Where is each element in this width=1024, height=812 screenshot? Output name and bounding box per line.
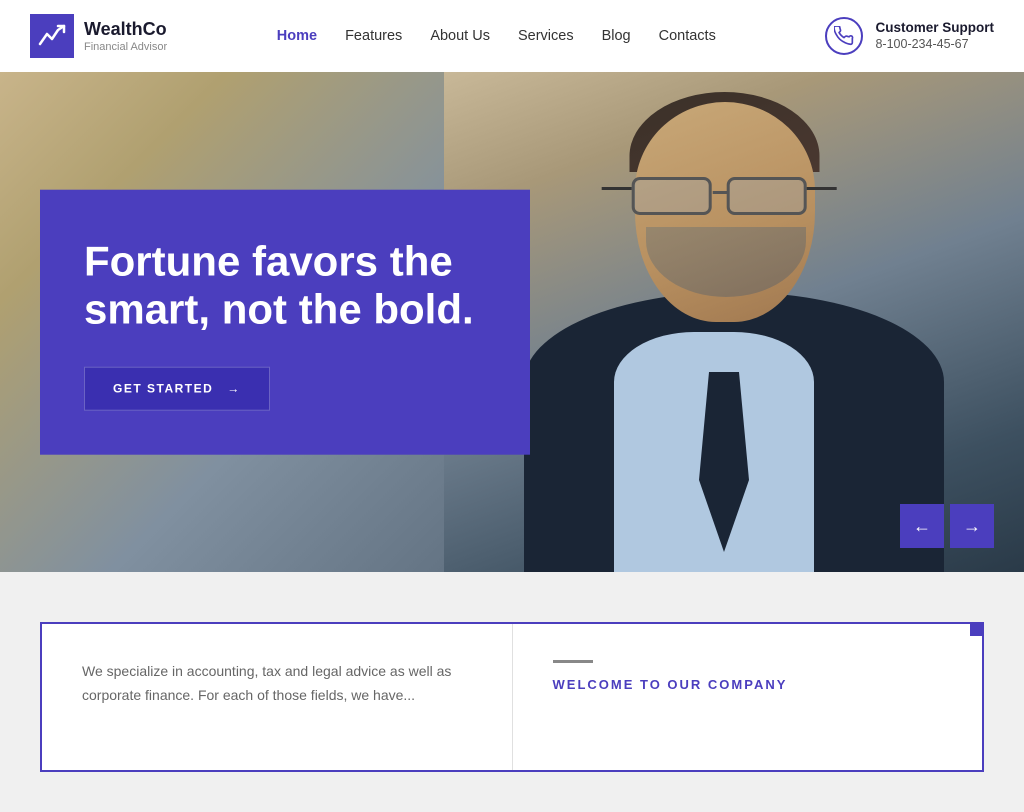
nav-services[interactable]: Services — [518, 28, 574, 44]
logo-text: WealthCo Financial Advisor — [84, 19, 167, 53]
lower-section: We specialize in accounting, tax and leg… — [0, 572, 1024, 812]
next-arrow-icon: → — [963, 516, 981, 537]
support-area: Customer Support 8-100-234-45-67 — [825, 17, 994, 55]
hero-headline: Fortune favors the smart, not the bold. — [84, 238, 482, 335]
get-started-button[interactable]: GET STARTED → — [84, 366, 270, 410]
lower-card: We specialize in accounting, tax and leg… — [40, 622, 984, 772]
nav-features[interactable]: Features — [345, 28, 402, 44]
slider-arrows: ← → — [900, 504, 994, 548]
hero-content-box: Fortune favors the smart, not the bold. … — [40, 190, 530, 455]
welcome-label: WELCOME TO OUR COMPANY — [553, 677, 943, 692]
support-phone: 8-100-234-45-67 — [875, 37, 968, 51]
phone-icon — [825, 17, 863, 55]
support-text: Customer Support 8-100-234-45-67 — [875, 20, 994, 53]
header: WealthCo Financial Advisor Home Features… — [0, 0, 1024, 72]
hero-section: Fortune favors the smart, not the bold. … — [0, 72, 1024, 572]
support-label: Customer Support — [875, 20, 994, 35]
lower-left-content: We specialize in accounting, tax and leg… — [42, 624, 513, 770]
hero-person — [444, 72, 1024, 572]
brand-tagline: Financial Advisor — [84, 41, 167, 53]
nav-contacts[interactable]: Contacts — [659, 28, 716, 44]
logo-area: WealthCo Financial Advisor — [30, 14, 167, 58]
nav-blog[interactable]: Blog — [602, 28, 631, 44]
get-started-label: GET STARTED — [113, 381, 213, 395]
nav-about[interactable]: About Us — [430, 28, 490, 44]
next-slide-button[interactable]: → — [950, 504, 994, 548]
prev-arrow-icon: ← — [913, 516, 931, 537]
main-nav: Home Features About Us Services Blog Con… — [277, 28, 716, 44]
lower-right-content: WELCOME TO OUR COMPANY — [513, 624, 983, 770]
glasses — [627, 177, 812, 217]
nav-home[interactable]: Home — [277, 28, 317, 44]
brand-name: WealthCo — [84, 19, 167, 41]
prev-slide-button[interactable]: ← — [900, 504, 944, 548]
logo-icon — [30, 14, 74, 58]
divider-line — [553, 660, 593, 663]
company-description: We specialize in accounting, tax and leg… — [82, 660, 472, 708]
arrow-right-icon: → — [227, 381, 241, 395]
